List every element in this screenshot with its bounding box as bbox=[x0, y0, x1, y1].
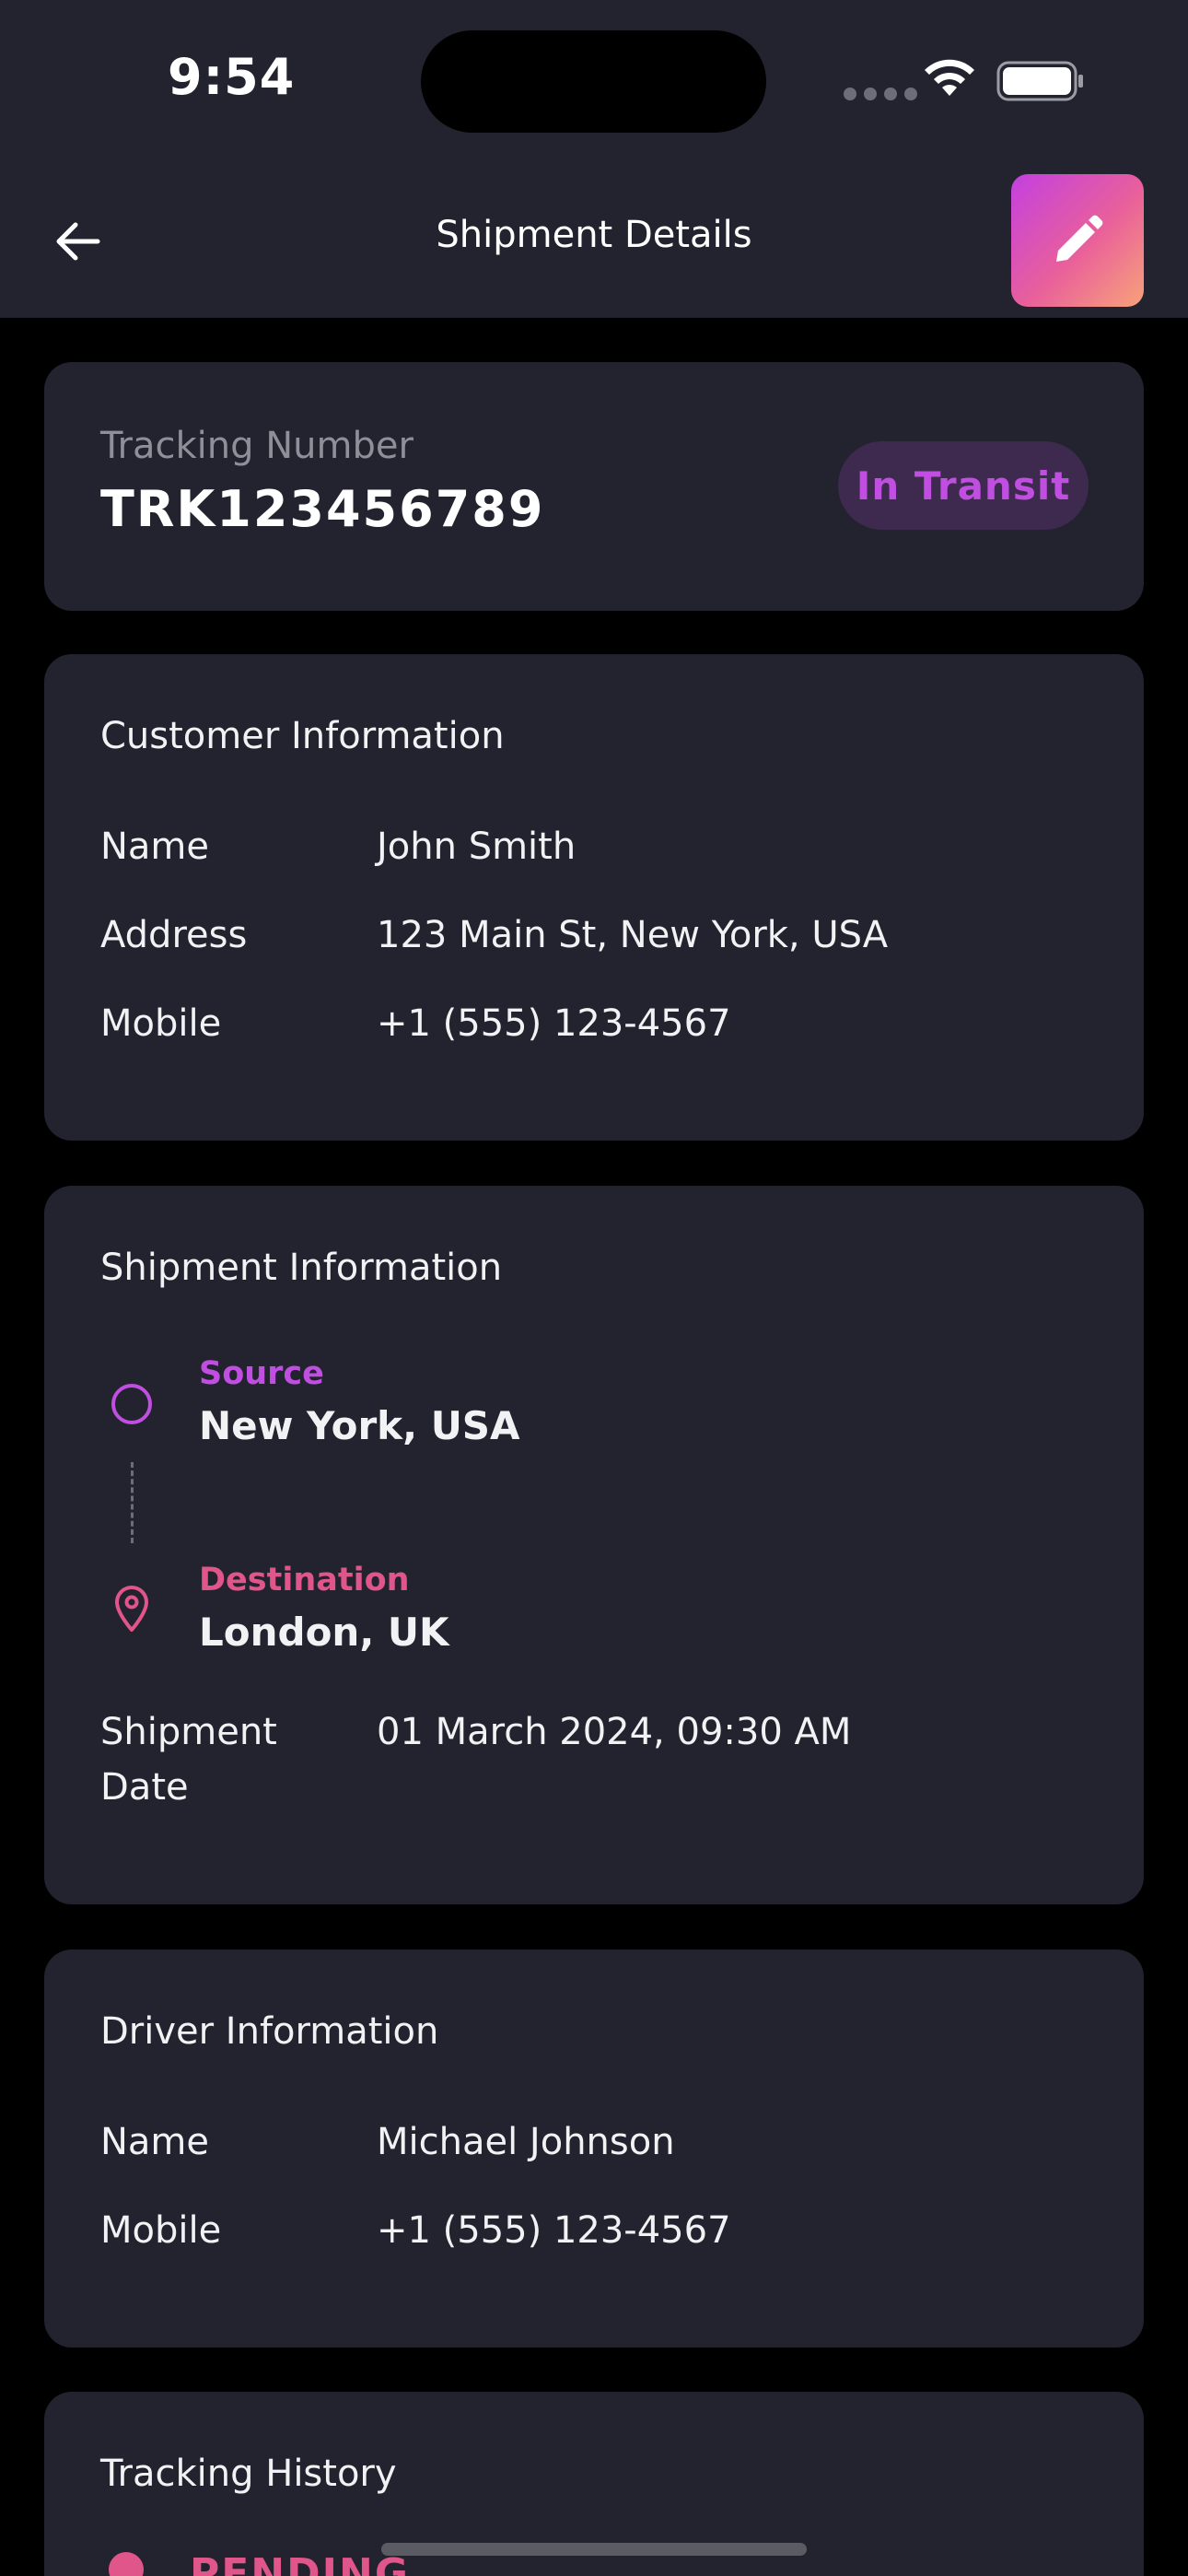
history-status-label: PENDING bbox=[190, 2550, 410, 2576]
driver-card: Driver Information Name Michael Johnson … bbox=[44, 1950, 1144, 2348]
customer-name-value: John Smith bbox=[377, 825, 577, 868]
driver-mobile-value[interactable]: +1 (555) 123-4567 bbox=[377, 2209, 731, 2252]
shipment-date-value: 01 March 2024, 09:30 AM bbox=[377, 1711, 852, 1753]
battery-icon bbox=[996, 61, 1083, 101]
customer-card: Customer Information Name John Smith Add… bbox=[44, 654, 1144, 1141]
cellular-signal-icon bbox=[844, 88, 917, 100]
shipment-date-label-line2: Date bbox=[100, 1766, 189, 1809]
shipment-date-label-line1: Shipment bbox=[100, 1711, 277, 1753]
driver-name-value: Michael Johnson bbox=[377, 2121, 675, 2163]
wifi-icon bbox=[925, 59, 974, 96]
customer-address-value: 123 Main St, New York, USA bbox=[377, 914, 889, 956]
customer-mobile-label: Mobile bbox=[100, 1002, 222, 1045]
customer-mobile-value[interactable]: +1 (555) 123-4567 bbox=[377, 1002, 731, 1045]
status-time: 9:54 bbox=[168, 48, 296, 106]
source-label: Source bbox=[199, 1355, 324, 1392]
map-pin-icon bbox=[115, 1586, 148, 1632]
customer-name-label: Name bbox=[100, 825, 210, 868]
destination-value: London, UK bbox=[199, 1610, 449, 1655]
pencil-icon bbox=[1056, 215, 1103, 262]
top-bar: 9:54 Shipment Details bbox=[0, 0, 1188, 318]
tracking-label: Tracking Number bbox=[100, 425, 413, 467]
tracking-card: Tracking Number TRK123456789 In Transit bbox=[44, 362, 1144, 611]
tracking-number: TRK123456789 bbox=[100, 480, 545, 538]
customer-section-title: Customer Information bbox=[100, 715, 505, 757]
page-title: Shipment Details bbox=[436, 214, 752, 256]
driver-mobile-label: Mobile bbox=[100, 2209, 222, 2252]
shipment-card: Shipment Information Source New York, US… bbox=[44, 1186, 1144, 1904]
history-section-title: Tracking History bbox=[100, 2453, 397, 2495]
home-indicator[interactable] bbox=[381, 2543, 807, 2556]
driver-name-label: Name bbox=[100, 2121, 210, 2163]
status-badge: In Transit bbox=[838, 441, 1089, 530]
shipment-details-screen: 9:54 Shipment Details Tracking Number TR… bbox=[0, 0, 1188, 2576]
driver-section-title: Driver Information bbox=[100, 2010, 439, 2053]
edit-button[interactable] bbox=[1011, 174, 1144, 307]
customer-address-label: Address bbox=[100, 914, 248, 956]
route-connector bbox=[131, 1462, 134, 1543]
destination-label: Destination bbox=[199, 1562, 410, 1598]
source-circle-icon bbox=[111, 1384, 152, 1424]
shipment-section-title: Shipment Information bbox=[100, 1247, 503, 1289]
source-value: New York, USA bbox=[199, 1403, 520, 1448]
dynamic-island bbox=[421, 30, 766, 133]
